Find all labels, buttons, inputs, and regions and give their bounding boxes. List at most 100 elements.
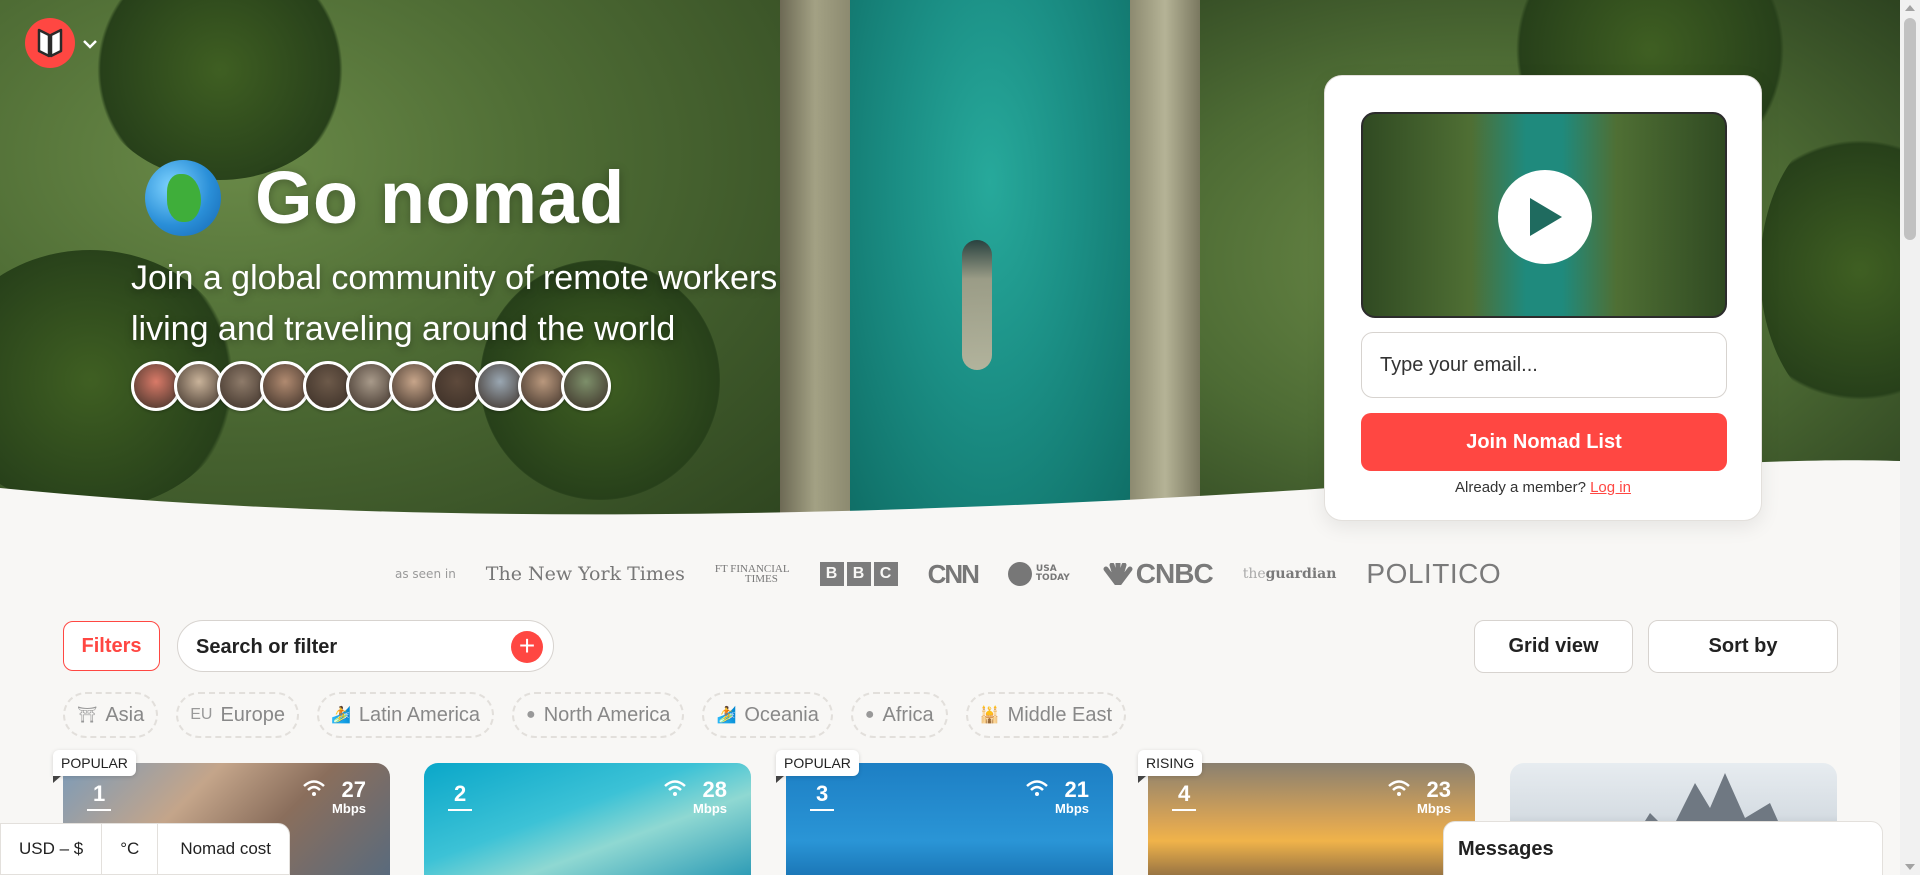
ft-logo: FT FINANCIAL TIMES — [715, 564, 790, 585]
globe-icon — [145, 159, 221, 236]
bbc-logo: B B C — [819, 562, 898, 586]
cnbc-logo: CNBC — [1100, 558, 1214, 590]
region-label: Asia — [105, 703, 145, 726]
currency-toggle[interactable]: USD – $ — [1, 824, 103, 874]
wifi-speed: 27 Mbps — [302, 779, 366, 816]
region-icon: 🏄 — [330, 707, 351, 724]
popular-badge: POPULAR — [53, 750, 136, 783]
login-prompt: Already a member? Log in — [1325, 479, 1761, 496]
signup-card: Join Nomad List Already a member? Log in — [1324, 75, 1762, 521]
city-rank: 3 — [810, 781, 835, 811]
wifi-speed-unit: Mbps — [332, 801, 366, 816]
sort-by-button[interactable]: Sort by — [1648, 620, 1838, 673]
member-text: Already a member? — [1455, 479, 1586, 496]
wifi-icon — [1388, 780, 1410, 796]
region-chip[interactable]: ● Africa — [850, 692, 948, 738]
guardian-logo: theguardian — [1243, 566, 1337, 582]
wifi-speed-value: 21 — [1064, 777, 1089, 802]
wifi-icon — [303, 780, 325, 796]
wifi-speed: 28 Mbps — [663, 779, 727, 816]
region-label: Middle East — [1007, 703, 1113, 726]
city-rank: 4 — [1172, 781, 1197, 811]
wifi-icon — [664, 780, 686, 796]
peacock-icon — [1103, 560, 1133, 588]
usa-line: TODAY — [1035, 573, 1070, 583]
wifi-icon — [1026, 780, 1048, 796]
region-chip[interactable]: ● North America — [512, 692, 685, 738]
region-icon: 🕌 — [979, 707, 1000, 724]
region-label: Europe — [220, 703, 285, 726]
city-card[interactable]: 4 23 Mbps — [1148, 763, 1475, 875]
wifi-speed-value: 23 — [1426, 777, 1451, 802]
city-rank: 2 — [448, 781, 473, 811]
region-label: Oceania — [744, 703, 819, 726]
scroll-up-icon[interactable] — [1905, 5, 1915, 11]
region-chip[interactable]: 🏄 Oceania — [702, 692, 833, 738]
nyt-logo: The New York Times — [485, 563, 685, 585]
temperature-toggle[interactable]: °C — [102, 824, 159, 874]
as-seen-in-label: as seen in — [395, 567, 456, 581]
login-link[interactable]: Log in — [1590, 479, 1631, 496]
cnbc-text: CNBC — [1135, 558, 1214, 589]
member-avatar — [561, 361, 611, 411]
nomad-cost-toggle[interactable]: Nomad cost — [158, 824, 289, 874]
city-rank: 1 — [87, 781, 112, 811]
wifi-speed-unit: Mbps — [1055, 801, 1089, 816]
region-icon: ● — [864, 706, 875, 723]
hero-background — [962, 240, 992, 370]
usa-today-logo: USA TODAY — [1007, 562, 1070, 586]
region-chip[interactable]: 🕌 Middle East — [965, 692, 1127, 738]
play-icon[interactable] — [1498, 170, 1592, 264]
press-logos: as seen in The New York Times FT FINANCI… — [395, 557, 1501, 591]
rising-badge: RISING — [1138, 750, 1203, 783]
search-box[interactable]: + — [177, 620, 554, 672]
wifi-speed: 21 Mbps — [1025, 779, 1089, 816]
guardian-text: guardian — [1265, 566, 1337, 582]
region-icon: ● — [526, 706, 536, 723]
wifi-speed-unit: Mbps — [1417, 801, 1451, 816]
units-bar: USD – $ °C Nomad cost — [0, 823, 291, 875]
region-chip[interactable]: EU Europe — [176, 692, 299, 738]
bbc-letter: B — [819, 562, 844, 586]
region-label: North America — [543, 703, 671, 726]
brand-menu[interactable] — [25, 18, 97, 68]
ft-logo-line: TIMES — [744, 573, 778, 585]
nomad-logo-icon[interactable] — [25, 18, 75, 68]
wifi-speed-value: 27 — [341, 777, 366, 802]
chevron-down-icon[interactable] — [83, 34, 97, 53]
wifi-speed-value: 28 — [702, 777, 727, 802]
intro-video[interactable] — [1361, 112, 1727, 318]
grid-view-button[interactable]: Grid view — [1474, 620, 1633, 673]
hero-headline: Go nomad — [145, 155, 625, 240]
region-icon: ⛩ — [77, 707, 98, 724]
plus-icon[interactable]: + — [511, 631, 543, 663]
popular-badge: POPULAR — [776, 750, 859, 783]
search-input[interactable] — [196, 631, 496, 663]
region-chip[interactable]: 🏄 Latin America — [316, 692, 495, 738]
wifi-speed: 23 Mbps — [1387, 779, 1451, 816]
politico-logo: POLITICO — [1366, 558, 1502, 589]
region-label: Africa — [882, 703, 934, 726]
member-avatars — [131, 361, 611, 411]
scroll-down-icon[interactable] — [1905, 864, 1915, 870]
page-title: Go nomad — [255, 156, 625, 239]
bbc-letter: C — [873, 562, 898, 586]
wifi-speed-unit: Mbps — [693, 801, 727, 816]
region-label: Latin America — [358, 703, 481, 726]
usa-today-dot-icon — [1007, 562, 1032, 586]
email-field[interactable] — [1361, 332, 1727, 398]
city-card[interactable]: 3 21 Mbps — [786, 763, 1113, 875]
hero-subtitle: Join a global community of remote worker… — [131, 259, 778, 348]
bbc-letter: B — [846, 562, 871, 586]
region-icon: EU — [190, 706, 213, 723]
scrollbar[interactable] — [1900, 0, 1920, 875]
messages-panel[interactable]: Messages — [1443, 821, 1883, 875]
region-icon: 🏄 — [716, 707, 737, 724]
region-chip[interactable]: ⛩ Asia — [63, 692, 159, 738]
city-card[interactable]: 2 28 Mbps — [424, 763, 751, 875]
scrollbar-thumb[interactable] — [1904, 18, 1916, 240]
cnn-logo: CNN — [927, 558, 980, 589]
messages-title: Messages — [1458, 838, 1554, 860]
join-button[interactable]: Join Nomad List — [1361, 413, 1727, 471]
filters-button[interactable]: Filters — [63, 621, 160, 671]
